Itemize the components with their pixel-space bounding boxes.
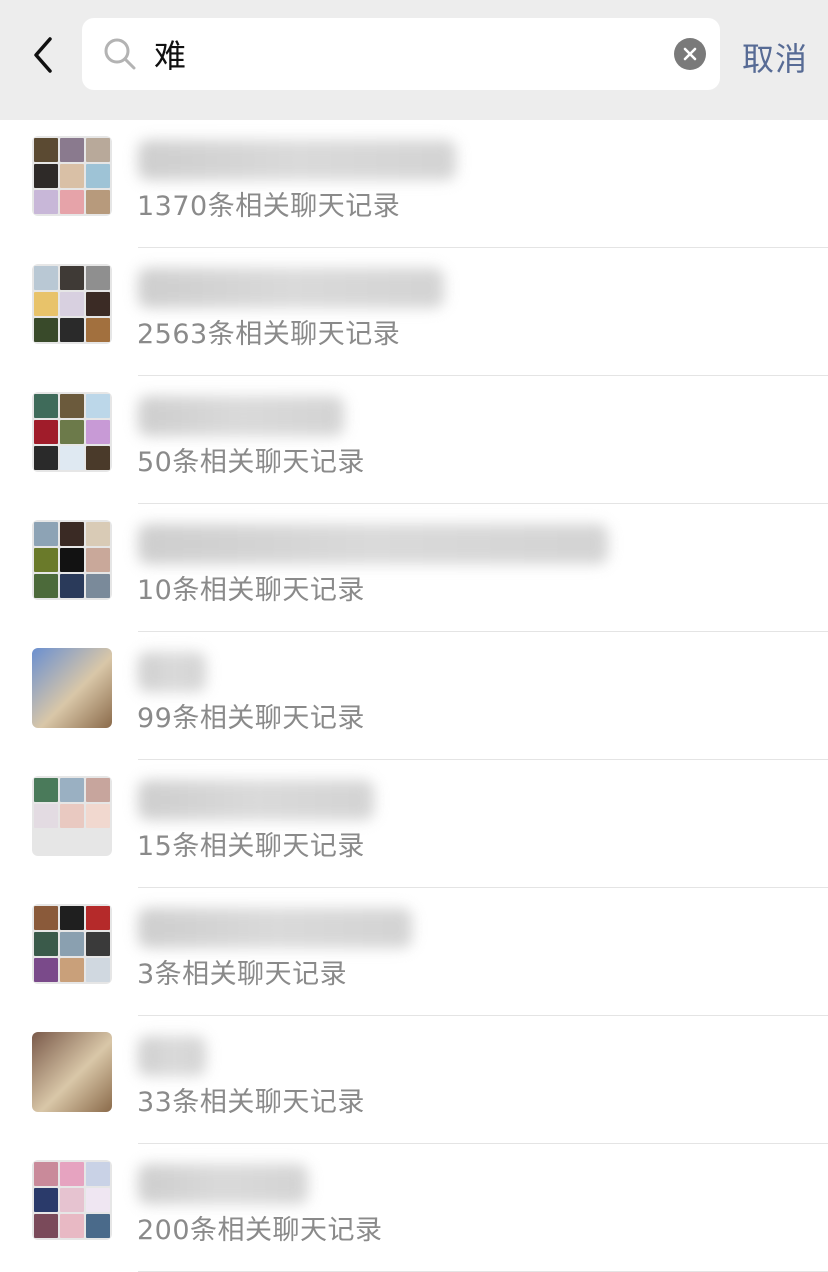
chat-result-row[interactable]: 33条相关聊天记录 <box>0 1016 828 1144</box>
message-count-label: 3条相关聊天记录 <box>137 959 348 990</box>
group-avatar <box>32 1032 112 1112</box>
search-box[interactable] <box>82 18 720 90</box>
group-avatar <box>32 136 112 216</box>
message-count-label: 15条相关聊天记录 <box>137 831 365 862</box>
chat-result-row[interactable]: 15条相关聊天记录 <box>0 760 828 888</box>
close-icon <box>683 47 697 61</box>
group-avatar <box>32 1160 112 1240</box>
cancel-button[interactable]: 取消 <box>742 34 808 78</box>
message-count-label: 33条相关聊天记录 <box>137 1087 365 1118</box>
chevron-left-icon <box>34 37 52 73</box>
chat-result-row[interactable]: 50条相关聊天记录 <box>0 376 828 504</box>
message-count-label: 200条相关聊天记录 <box>137 1215 383 1246</box>
chat-name-redacted <box>138 652 206 692</box>
chat-result-row[interactable]: 10条相关聊天记录 <box>0 504 828 632</box>
group-avatar <box>32 648 112 728</box>
chat-name-redacted <box>138 396 344 436</box>
group-avatar <box>32 520 112 600</box>
search-icon <box>104 38 136 70</box>
chat-name-redacted <box>138 780 374 820</box>
group-avatar <box>32 904 112 984</box>
message-count-label: 10条相关聊天记录 <box>137 575 365 606</box>
chat-name-redacted <box>138 1164 308 1204</box>
group-avatar <box>32 776 112 856</box>
chat-name-redacted <box>138 140 456 180</box>
back-button[interactable] <box>22 30 62 80</box>
chat-name-redacted <box>138 524 608 564</box>
chat-result-row[interactable]: 99条相关聊天记录 <box>0 632 828 760</box>
chat-result-row[interactable]: 2563条相关聊天记录 <box>0 248 828 376</box>
search-results-list: 1370条相关聊天记录 2563条相关聊天记录 50条相关聊天记录 10条相关聊天记录… <box>0 120 828 1272</box>
chat-name-redacted <box>138 908 412 948</box>
chat-result-row[interactable]: 200条相关聊天记录 <box>0 1144 828 1272</box>
clear-search-button[interactable] <box>674 38 706 70</box>
message-count-label: 50条相关聊天记录 <box>137 447 365 478</box>
search-input[interactable] <box>154 28 634 80</box>
message-count-label: 1370条相关聊天记录 <box>137 191 401 222</box>
message-count-label: 2563条相关聊天记录 <box>137 319 401 350</box>
chat-result-row[interactable]: 1370条相关聊天记录 <box>0 120 828 248</box>
chat-name-redacted <box>138 268 444 308</box>
chat-name-redacted <box>138 1036 206 1076</box>
message-count-label: 99条相关聊天记录 <box>137 703 365 734</box>
chat-result-row[interactable]: 3条相关聊天记录 <box>0 888 828 1016</box>
group-avatar <box>32 392 112 472</box>
search-header: 取消 <box>0 0 828 120</box>
group-avatar <box>32 264 112 344</box>
